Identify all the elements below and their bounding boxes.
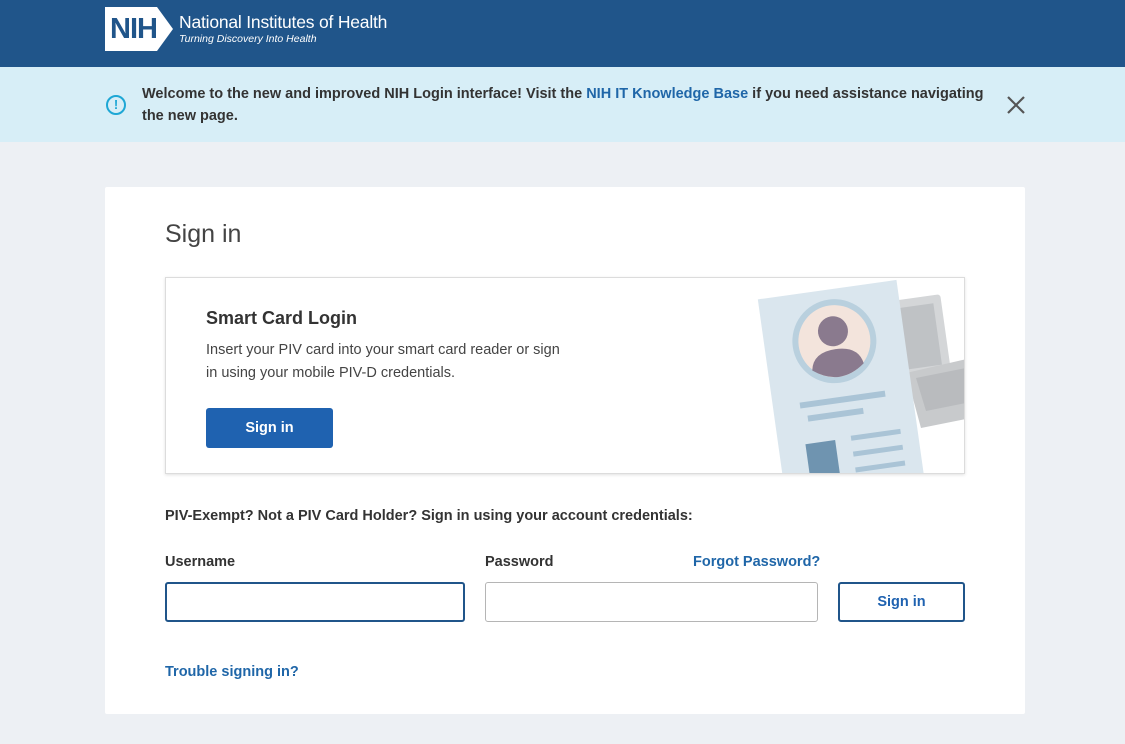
- logo-mark-text: NIH: [110, 13, 158, 45]
- logo-title: National Institutes of Health: [179, 12, 388, 32]
- password-input[interactable]: [485, 582, 818, 622]
- piv-exempt-prompt: PIV-Exempt? Not a PIV Card Holder? Sign …: [165, 508, 693, 524]
- username-label: Username: [165, 554, 236, 570]
- password-label: Password: [485, 554, 554, 570]
- smart-card-description: Insert your PIV card into your smart car…: [206, 342, 560, 381]
- logo-wordmark: National Institutes of Health Turning Di…: [179, 12, 387, 46]
- trouble-signing-in-link[interactable]: Trouble signing in?: [165, 664, 299, 680]
- credentials-signin-button[interactable]: Sign in: [838, 582, 965, 622]
- banner-message-start: Welcome to the new and improved NIH Logi…: [142, 86, 587, 102]
- logo-tagline: Turning Discovery Into Health: [179, 33, 317, 45]
- nih-logo[interactable]: NIH National Institutes of Health Turnin…: [105, 7, 387, 51]
- smart-card-signin-button[interactable]: Sign in: [206, 408, 333, 448]
- knowledge-base-link[interactable]: NIH IT Knowledge Base: [586, 86, 748, 102]
- announcement-banner: ! Welcome to the new and improved NIH Lo…: [0, 67, 1125, 142]
- nih-logo-mark: NIH: [105, 7, 175, 51]
- forgot-password-link[interactable]: Forgot Password?: [693, 554, 820, 570]
- page-title: Sign in: [165, 220, 242, 248]
- signin-card: Sign in Smart Card Login Insert your PIV…: [105, 187, 1025, 714]
- info-icon: !: [106, 95, 126, 115]
- site-header: NIH National Institutes of Health Turnin…: [0, 0, 1125, 67]
- username-input[interactable]: [165, 582, 465, 622]
- piv-card-illustration: [757, 279, 964, 473]
- close-icon[interactable]: [1005, 94, 1027, 116]
- smart-card-title: Smart Card Login: [206, 308, 358, 328]
- banner-message: Welcome to the new and improved NIH Logi…: [142, 83, 992, 127]
- smart-card-panel: Smart Card Login Insert your PIV card in…: [165, 277, 965, 474]
